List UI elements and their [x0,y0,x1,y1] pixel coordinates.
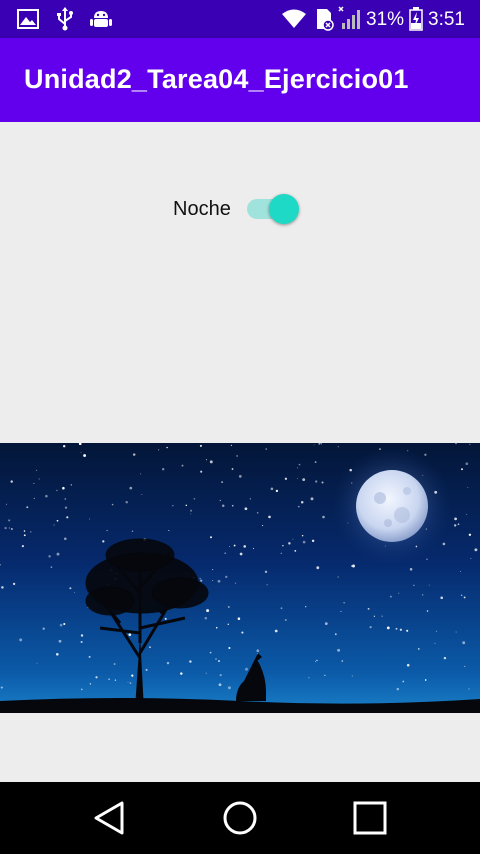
usb-icon [57,7,73,31]
recents-icon[interactable] [348,798,392,838]
night-mode-switch[interactable] [247,194,303,224]
app-title: Unidad2_Tarea04_Ejercicio01 [24,64,409,94]
night-sky-wolf-image [0,443,480,713]
wifi-icon [282,9,306,28]
app-bar: Unidad2_Tarea04_Ejercicio01 [0,38,480,122]
navigation-bar [0,782,480,854]
sim-card-icon [317,9,334,31]
status-time: 3:51 [428,9,465,30]
home-icon[interactable] [218,798,262,838]
battery-percent: 31% [366,9,405,30]
android-debug-icon [90,11,112,27]
image-icon [17,9,39,29]
switch-label: Noche [173,198,231,220]
main-content: Noche [0,122,480,782]
back-icon[interactable] [88,798,132,838]
status-bar: 31% 3:51 [0,0,480,38]
switch-thumb [269,194,299,224]
signal-icon [338,6,360,29]
battery-icon [409,7,423,31]
